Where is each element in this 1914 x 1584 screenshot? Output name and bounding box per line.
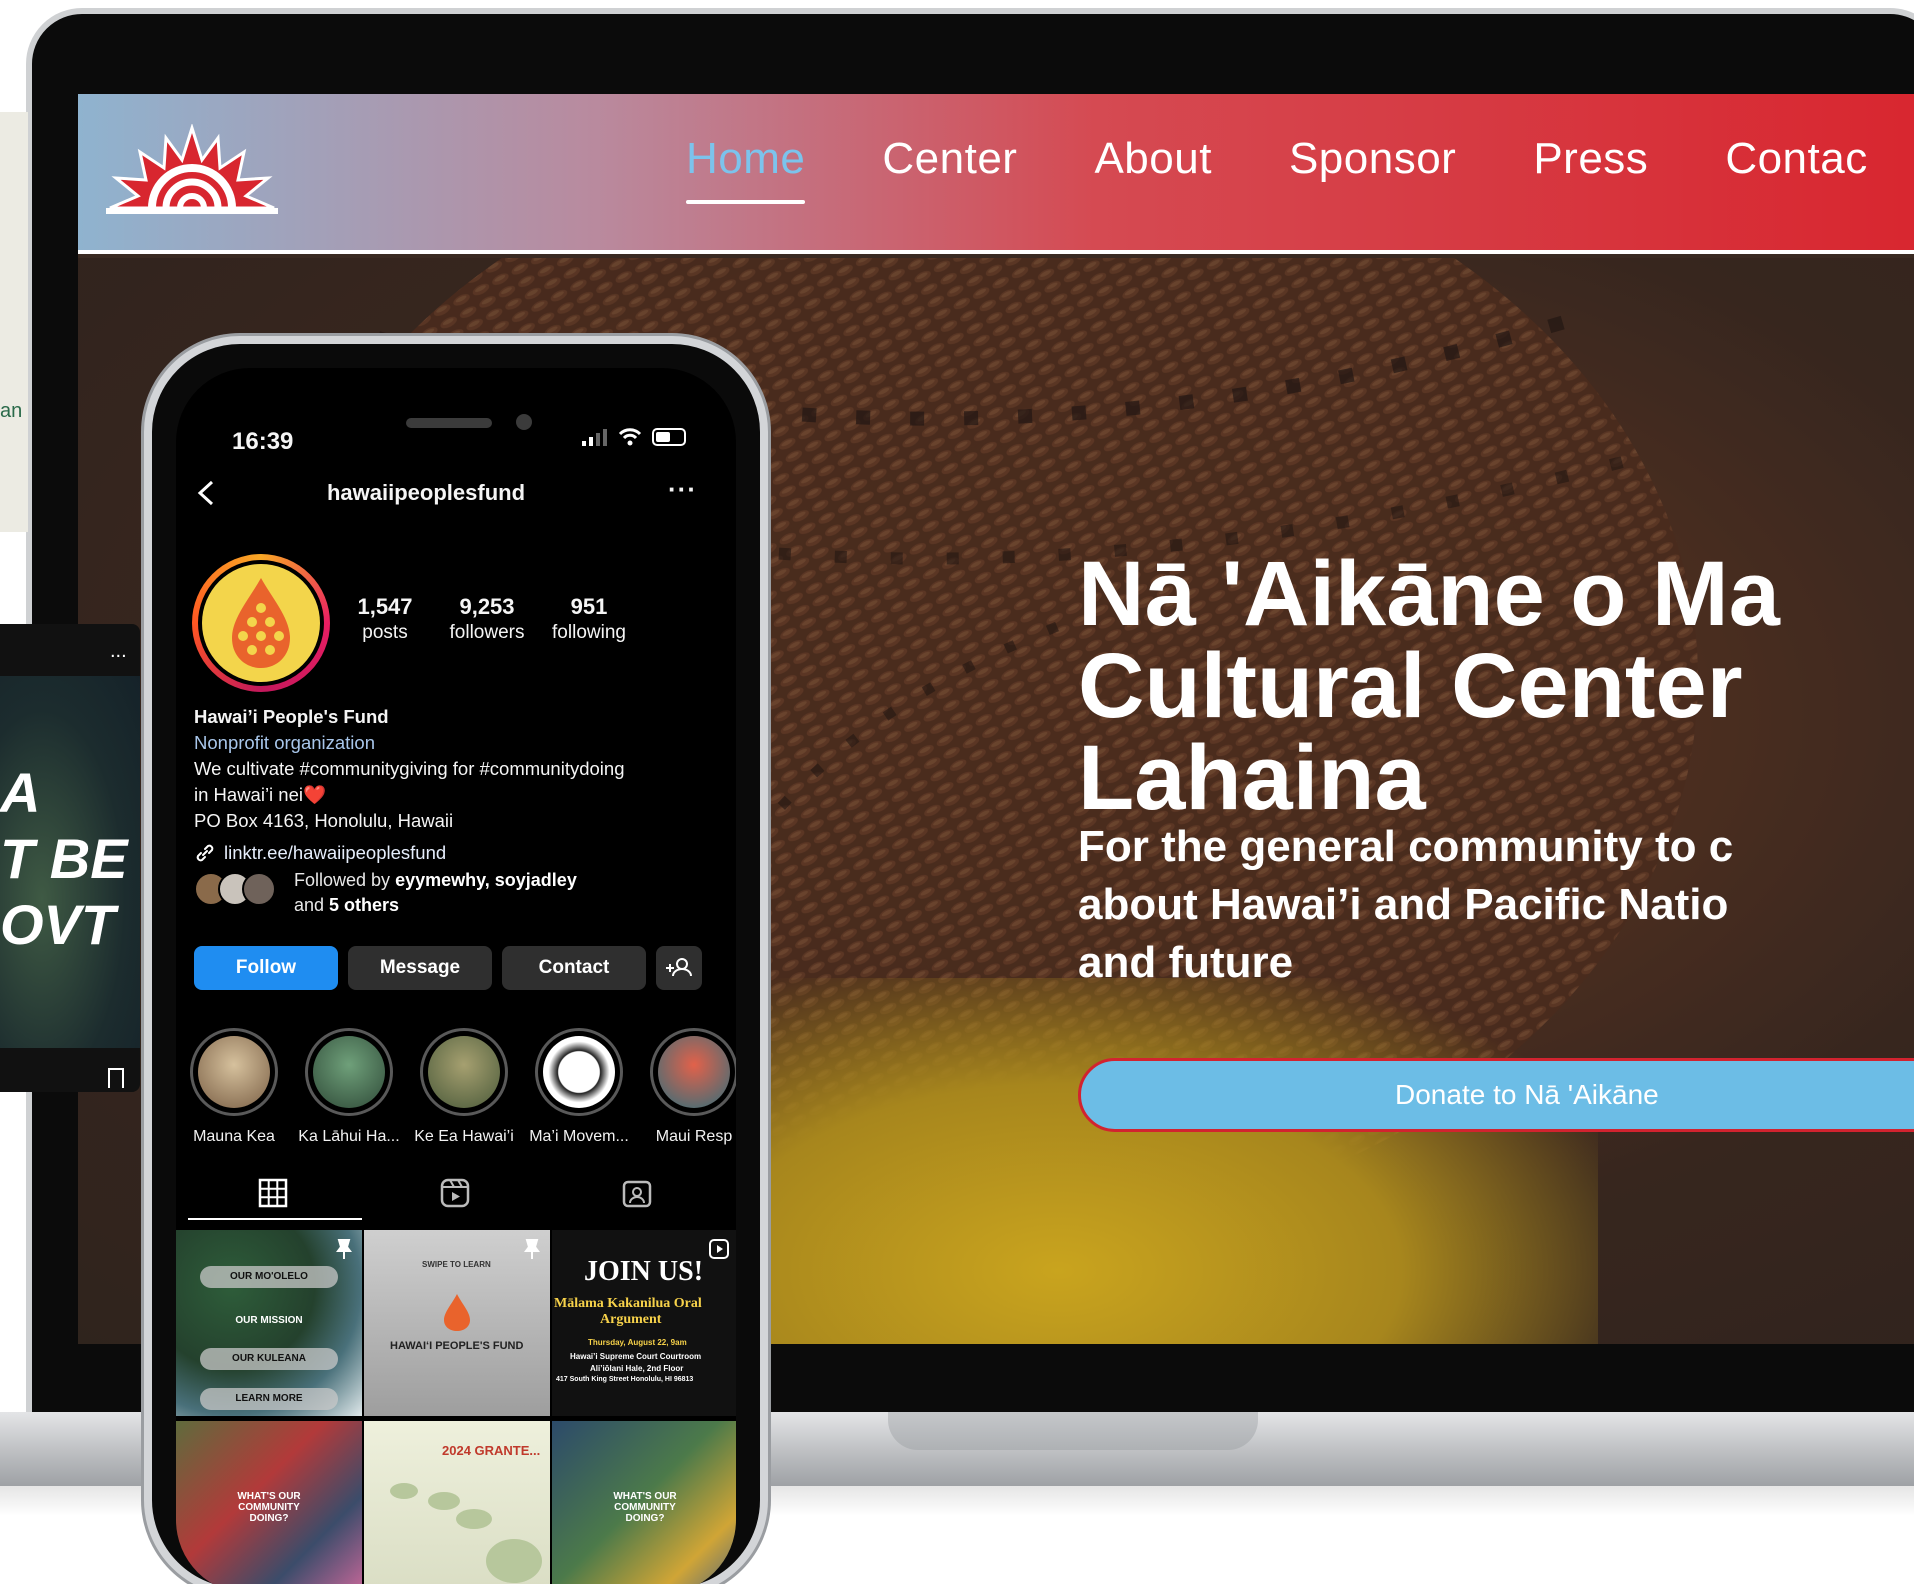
- wifi-icon: [618, 428, 642, 446]
- speaker-grille: [406, 418, 492, 428]
- highlight-mai-movement[interactable]: Ma’i Movem...: [529, 1028, 629, 1146]
- post-2024-grantees[interactable]: 2024 GRANTE...: [364, 1421, 550, 1584]
- bookmark-icon[interactable]: [108, 1068, 124, 1088]
- hawaii-islands-map: [390, 1483, 542, 1583]
- profile-tabs: [176, 1168, 736, 1220]
- highlight-mauna-kea[interactable]: Mauna Kea: [188, 1028, 280, 1146]
- post-more-icon[interactable]: ...: [110, 640, 127, 663]
- bio-line-2: in Hawai’i nei❤️: [194, 784, 327, 805]
- status-time: 16:39: [232, 428, 294, 455]
- site-navbar: Home Center About Sponsor Press Contac: [78, 94, 1914, 254]
- stat-posts[interactable]: 1,547 posts: [330, 594, 440, 644]
- phone-screen: 16:39 hawaiipeoplesfund ··· 1,547 posts …: [176, 368, 736, 1584]
- pin-icon: [336, 1239, 352, 1259]
- nav-press[interactable]: Press: [1533, 134, 1648, 198]
- highlight-ke-ea-hawaii[interactable]: Ke Ea Hawai’i: [414, 1028, 514, 1146]
- highlight-maui-response[interactable]: Maui Resp: [648, 1028, 736, 1146]
- add-user-button[interactable]: [656, 946, 702, 990]
- grid-icon[interactable]: [256, 1176, 290, 1210]
- contact-button[interactable]: Contact: [502, 946, 646, 990]
- drop-logo-icon: [232, 578, 290, 668]
- left-post-headline: A T BE OVT: [0, 761, 128, 956]
- tagged-icon[interactable]: [620, 1176, 654, 1210]
- donate-button[interactable]: Donate to Nā 'Aikāne: [1078, 1058, 1914, 1132]
- yellow-fabric-shape: [698, 978, 1598, 1344]
- signal-icon: [582, 429, 607, 446]
- profile-address[interactable]: PO Box 4163, Honolulu, Hawaii: [194, 808, 714, 834]
- link-icon: [196, 844, 214, 862]
- stat-followers[interactable]: 9,253 followers: [432, 594, 542, 644]
- background-card-text: an: [0, 400, 23, 422]
- laptop-hinge-notch: [888, 1412, 1258, 1450]
- message-button[interactable]: Message: [348, 946, 492, 990]
- profile-link[interactable]: linktr.ee/hawaiipeoplesfund: [194, 840, 714, 866]
- profile-bio: Hawai’i People's Fund Nonprofit organiza…: [194, 704, 714, 866]
- background-card: [0, 112, 28, 532]
- story-highlights: Mauna Kea Ka Lāhui Ha... Ke Ea Hawai’i M…: [188, 1028, 736, 1148]
- reel-badge-icon: [709, 1239, 729, 1259]
- followed-by[interactable]: Followed by eyymewhy, soyjadley and 5 ot…: [194, 864, 714, 920]
- battery-icon: [652, 428, 686, 446]
- post-join-us[interactable]: JOIN US! Mālama Kakanilua Oral Argument …: [552, 1230, 736, 1416]
- highlight-ka-lahui[interactable]: Ka Lāhui Ha...: [298, 1028, 400, 1146]
- bio-line-1: We cultivate #communitygiving for #commu…: [194, 758, 625, 779]
- stat-following[interactable]: 951 following: [534, 594, 644, 644]
- reels-icon[interactable]: [438, 1176, 472, 1210]
- nav-contact[interactable]: Contac: [1725, 134, 1867, 198]
- profile-username: hawaiipeoplesfund: [326, 480, 526, 505]
- post-our-moolelo[interactable]: OUR MO'OLELO OUR MISSION OUR KULEANA LEA…: [176, 1230, 362, 1416]
- nav-home[interactable]: Home: [686, 134, 806, 204]
- front-camera: [516, 414, 532, 430]
- profile-display-name: Hawai’i People's Fund: [194, 706, 389, 727]
- back-chevron-icon[interactable]: [194, 478, 220, 508]
- add-user-icon: [666, 958, 692, 977]
- profile-category[interactable]: Nonprofit organization: [194, 730, 714, 756]
- composite-mockup: Home Center About Sponsor Press Contac N…: [0, 0, 1914, 1584]
- status-icons: [582, 428, 686, 446]
- nav-center[interactable]: Center: [882, 134, 1017, 198]
- active-tab-indicator: [188, 1218, 362, 1220]
- posts-grid: OUR MO'OLELO OUR MISSION OUR KULEANA LEA…: [176, 1230, 736, 1584]
- post-community-doing-2[interactable]: WHAT'S OUR COMMUNITY DOING?: [552, 1421, 736, 1584]
- post-community-doing-1[interactable]: WHAT'S OUR COMMUNITY DOING?: [176, 1421, 362, 1584]
- post-hawaii-peoples-fund[interactable]: SWIPE TO LEARN HAWAI‘I PEOPLE'S FUND: [364, 1230, 550, 1416]
- nav-about[interactable]: About: [1094, 134, 1211, 198]
- follower-avatar: [242, 872, 276, 906]
- more-options-icon[interactable]: ···: [668, 474, 697, 505]
- follow-button[interactable]: Follow: [194, 946, 338, 990]
- phone-frame: 16:39 hawaiipeoplesfund ··· 1,547 posts …: [144, 336, 768, 1584]
- pin-icon: [524, 1239, 540, 1259]
- profile-action-buttons: Follow Message Contact: [194, 946, 702, 990]
- nav-links: Home Center About Sponsor Press Contac: [686, 134, 1868, 204]
- profile-avatar[interactable]: [192, 554, 330, 692]
- hero-subtitle: For the general community to c about Haw…: [1078, 822, 1734, 987]
- nav-sponsor[interactable]: Sponsor: [1289, 134, 1456, 198]
- drop-logo-icon: [444, 1294, 470, 1331]
- hero-title: Nā 'Aikāne o Ma Cultural Center Lahaina: [1078, 543, 1780, 829]
- sun-logo-icon[interactable]: [106, 124, 278, 224]
